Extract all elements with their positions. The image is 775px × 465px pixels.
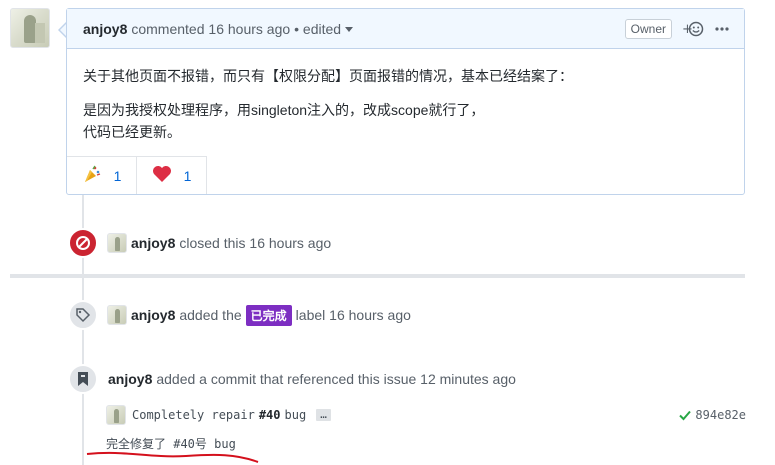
red-underline-annotation	[86, 451, 259, 463]
event-author[interactable]: anjoy8	[131, 307, 175, 323]
label-tag[interactable]: 已完成	[245, 304, 292, 326]
commit-issue-ref[interactable]: #40	[259, 408, 281, 422]
comment-author[interactable]: anjoy8	[83, 21, 127, 37]
reaction-heart[interactable]: 1	[137, 157, 207, 194]
author-avatar[interactable]	[10, 8, 50, 48]
owner-badge: Owner	[624, 18, 672, 39]
add-reaction-icon[interactable]: +	[682, 21, 704, 37]
comment-paragraph-2: 是因为我授权处理程序，用singleton注入的，改成scope就行了，	[83, 102, 485, 118]
event-author[interactable]: anjoy8	[108, 371, 152, 387]
expand-commit-button[interactable]: …	[316, 409, 331, 421]
commit-message-prefix[interactable]: Completely repair	[132, 408, 255, 422]
commit-event: anjoy8 added a commit that referenced th…	[68, 364, 516, 394]
commit-message-suffix[interactable]: bug	[285, 408, 307, 422]
avatar[interactable]	[107, 305, 127, 325]
closed-event: anjoy8 closed this 16 hours ago	[68, 228, 331, 258]
edited-label: • edited	[294, 20, 342, 37]
event-time[interactable]: 16 hours ago	[329, 307, 411, 323]
closed-badge	[68, 228, 98, 258]
comment-header: anjoy8 commented 16 hours ago • edited O…	[67, 9, 744, 49]
event-time[interactable]: 16 hours ago	[249, 235, 331, 251]
circle-slash-icon	[76, 236, 90, 250]
commit-sha[interactable]: 894e82e	[695, 408, 746, 422]
reactions-bar: 1 1	[67, 156, 207, 194]
event-text: added a commit that referenced this issu…	[156, 371, 417, 387]
avatar[interactable]	[106, 405, 126, 425]
edited-dropdown[interactable]: • edited	[294, 20, 354, 37]
heart-icon	[152, 165, 172, 186]
event-label-suffix: label	[295, 307, 326, 323]
label-badge	[68, 300, 98, 330]
reaction-tada-count: 1	[113, 167, 122, 184]
commit-sha-link[interactable]: 894e82e	[679, 408, 746, 422]
tada-icon	[82, 164, 102, 187]
timeline-divider	[10, 274, 745, 278]
comment-paragraph-3: 代码已经更新。	[83, 124, 181, 140]
avatar[interactable]	[107, 233, 127, 253]
event-text: closed this	[179, 235, 246, 251]
comment-action: commented	[131, 20, 205, 37]
reaction-heart-count: 1	[183, 167, 192, 184]
comment-time[interactable]: 16 hours ago	[208, 21, 290, 37]
event-time[interactable]: 12 minutes ago	[420, 371, 516, 387]
event-text: added the	[179, 307, 242, 323]
check-icon	[679, 410, 692, 421]
commit-badge	[68, 364, 98, 394]
event-author[interactable]: anjoy8	[131, 235, 175, 251]
chevron-down-icon	[345, 27, 354, 33]
bookmark-icon	[78, 372, 88, 386]
kebab-menu-icon[interactable]	[714, 21, 730, 37]
reaction-tada[interactable]: 1	[67, 157, 137, 194]
commit-row: Completely repair #40 bug … 894e82e	[106, 405, 746, 425]
comment-paragraph-1: 关于其他页面不报错，而只有【权限分配】页面报错的情况，基本已经结案了：	[83, 68, 573, 84]
label-event: anjoy8 added the 已完成 label 16 hours ago	[68, 300, 411, 330]
comment-header-actions: Owner +	[624, 18, 730, 39]
comment-box: anjoy8 commented 16 hours ago • edited O…	[66, 8, 745, 195]
comment-body: 关于其他页面不报错，而只有【权限分配】页面报错的情况，基本已经结案了： 是因为我…	[67, 49, 744, 159]
tag-icon	[76, 308, 91, 323]
